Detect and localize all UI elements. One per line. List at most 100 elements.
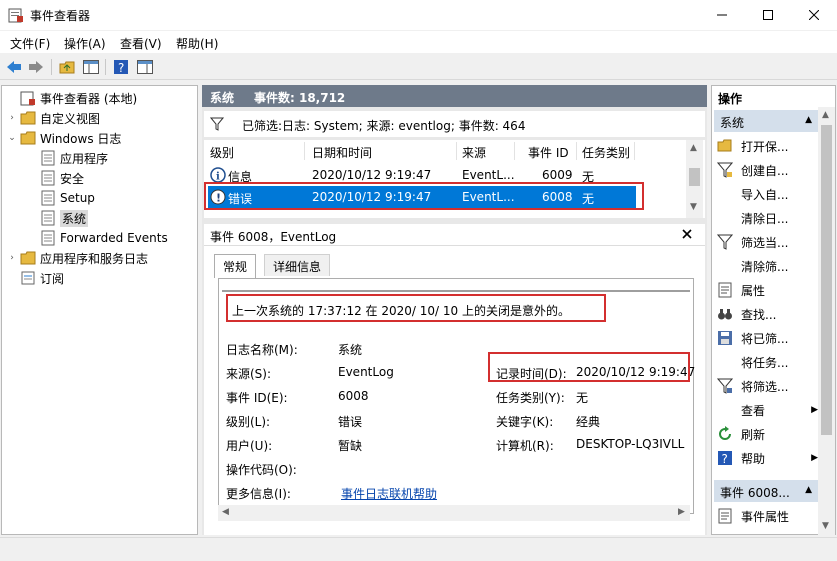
tree-item-event-viewer-local[interactable]: 事件查看器 (本地)	[6, 88, 137, 108]
field-value-keywords: 经典	[576, 415, 601, 429]
log-header: 系统 事件数: 18,712	[202, 85, 707, 107]
log-name: 系统	[210, 91, 235, 105]
actions-section-event[interactable]: 事件 6008... ▲	[714, 480, 818, 502]
menu-help[interactable]: 帮助(H)	[176, 35, 218, 52]
collapse-up-icon[interactable]: ▲	[805, 115, 812, 125]
detail-horizontal-scrollbar[interactable]: ◀ ▶	[218, 505, 690, 521]
column-divider[interactable]	[304, 142, 305, 160]
action-help[interactable]: ? 帮助 ▶	[714, 446, 818, 470]
tab-general[interactable]: 常规	[214, 254, 257, 278]
column-header-event-id[interactable]: 事件 ID	[528, 144, 569, 161]
tree-item-security[interactable]: 安全	[38, 168, 84, 188]
scrollbar-thumb[interactable]	[821, 125, 832, 435]
column-header-datetime[interactable]: 日期和时间	[312, 144, 372, 161]
column-header-task-category[interactable]: 任务类别	[582, 144, 630, 161]
action-filter-current-log[interactable]: 筛选当...	[714, 230, 818, 254]
actions-scrollbar[interactable]: ▲ ▼	[818, 107, 835, 535]
scroll-right-arrow-icon[interactable]: ▶	[678, 507, 685, 517]
tree-item-app-service-logs[interactable]: › 应用程序和服务日志	[6, 248, 148, 268]
column-divider[interactable]	[634, 142, 635, 160]
menu-file[interactable]: 文件(F)	[10, 35, 50, 52]
tab-details[interactable]: 详细信息	[264, 254, 331, 276]
event-viewer-app-icon	[8, 8, 23, 23]
tree-item-label: 安全	[60, 171, 85, 186]
action-import-custom-view[interactable]: 导入自...	[714, 182, 818, 206]
tree-item-subscriptions[interactable]: 订阅	[6, 268, 64, 288]
scroll-left-arrow-icon[interactable]: ◀	[222, 507, 229, 517]
tree-item-system[interactable]: 系统	[38, 208, 89, 228]
forward-arrow-icon	[29, 61, 43, 73]
more-info-link[interactable]: 事件日志联机帮助	[341, 485, 437, 502]
back-button[interactable]	[5, 58, 23, 76]
maximize-button[interactable]	[745, 0, 791, 30]
show-hide-tree-button[interactable]	[82, 58, 100, 76]
action-properties[interactable]: 属性	[714, 278, 818, 302]
blank-icon	[717, 210, 733, 226]
action-event-properties[interactable]: 事件属性	[714, 504, 818, 528]
tree-item-label: Setup	[60, 191, 95, 205]
tree-item-windows-logs[interactable]: ⌄ Windows 日志	[6, 128, 121, 148]
svg-text:i: i	[216, 172, 220, 183]
folder-icon	[20, 251, 36, 265]
column-header-level[interactable]: 级别	[210, 144, 234, 161]
blank-icon	[717, 402, 733, 418]
forward-button[interactable]	[27, 58, 45, 76]
event-list-scrollbar[interactable]: ▲ ▼	[686, 140, 703, 218]
blank-icon	[717, 258, 733, 274]
collapse-chevron-icon[interactable]: ⌄	[6, 133, 18, 143]
minimize-button[interactable]	[699, 0, 745, 30]
filter-bar: 已筛选:日志: System; 来源: eventlog; 事件数: 464	[204, 111, 705, 137]
tree-item-custom-views[interactable]: › 自定义视图	[6, 108, 100, 128]
action-create-custom-view[interactable]: 创建自...	[714, 158, 818, 182]
filter-icon	[717, 378, 733, 394]
action-label: 将任务...	[741, 355, 789, 370]
tree-item-forwarded-events[interactable]: Forwarded Events	[38, 228, 168, 248]
scroll-up-arrow-icon[interactable]: ▲	[822, 110, 829, 120]
menu-view[interactable]: 查看(V)	[120, 35, 162, 52]
scroll-down-arrow-icon[interactable]: ▼	[690, 202, 697, 212]
up-folder-button[interactable]	[58, 58, 76, 76]
close-detail-icon[interactable]	[682, 229, 692, 239]
actions-section-system[interactable]: 系统 ▲	[714, 110, 818, 132]
expand-chevron-icon[interactable]: ›	[6, 113, 18, 123]
action-find[interactable]: 查找...	[714, 302, 818, 326]
action-label: 清除筛...	[741, 259, 789, 274]
field-value-computer: DESKTOP-LQ3IVLL	[576, 437, 685, 451]
field-value-log-name: 系统	[338, 343, 363, 357]
action-save-filtered-log[interactable]: 将已筛...	[714, 326, 818, 350]
action-save-filter-to-view[interactable]: 将筛选...	[714, 374, 818, 398]
action-clear-filter[interactable]: 清除筛...	[714, 254, 818, 278]
field-value-source: EventLog	[338, 365, 394, 379]
column-header-source[interactable]: 来源	[462, 144, 486, 161]
log-icon	[41, 170, 55, 186]
event-list[interactable]: 级别 日期和时间 来源 事件 ID 任务类别 i 信息 2020/10/12 9…	[204, 140, 705, 218]
column-divider[interactable]	[514, 142, 515, 160]
action-label: 创建自...	[741, 163, 789, 178]
show-action-pane-button[interactable]	[136, 58, 154, 76]
menu-action[interactable]: 操作(A)	[64, 35, 106, 52]
action-open-saved-log[interactable]: 打开保...	[714, 134, 818, 158]
subscription-icon	[21, 271, 35, 285]
info-icon: i	[210, 167, 226, 183]
tree-item-application[interactable]: 应用程序	[38, 148, 108, 168]
expand-chevron-icon[interactable]: ›	[6, 253, 18, 263]
column-divider[interactable]	[576, 142, 577, 160]
help-button[interactable]: ?	[112, 58, 130, 76]
action-clear-log[interactable]: 清除日...	[714, 206, 818, 230]
action-refresh[interactable]: 刷新	[714, 422, 818, 446]
scroll-up-arrow-icon[interactable]: ▲	[690, 143, 697, 153]
scrollbar-thumb[interactable]	[689, 168, 700, 186]
folder-icon	[20, 131, 36, 145]
menu-bar: 文件(F) 操作(A) 查看(V) 帮助(H)	[0, 31, 837, 53]
log-icon	[41, 230, 55, 246]
collapse-up-icon[interactable]: ▲	[805, 485, 812, 495]
tree-item-setup[interactable]: Setup	[38, 188, 95, 208]
tree-item-label: 应用程序	[60, 151, 109, 166]
action-attach-task[interactable]: 将任务...	[714, 350, 818, 374]
action-view[interactable]: 查看 ▶	[714, 398, 818, 422]
column-divider[interactable]	[456, 142, 457, 160]
scroll-down-arrow-icon[interactable]: ▼	[822, 521, 829, 531]
close-icon	[809, 10, 819, 20]
tree-item-label: 事件查看器 (本地)	[40, 91, 138, 106]
close-button[interactable]	[791, 0, 837, 30]
